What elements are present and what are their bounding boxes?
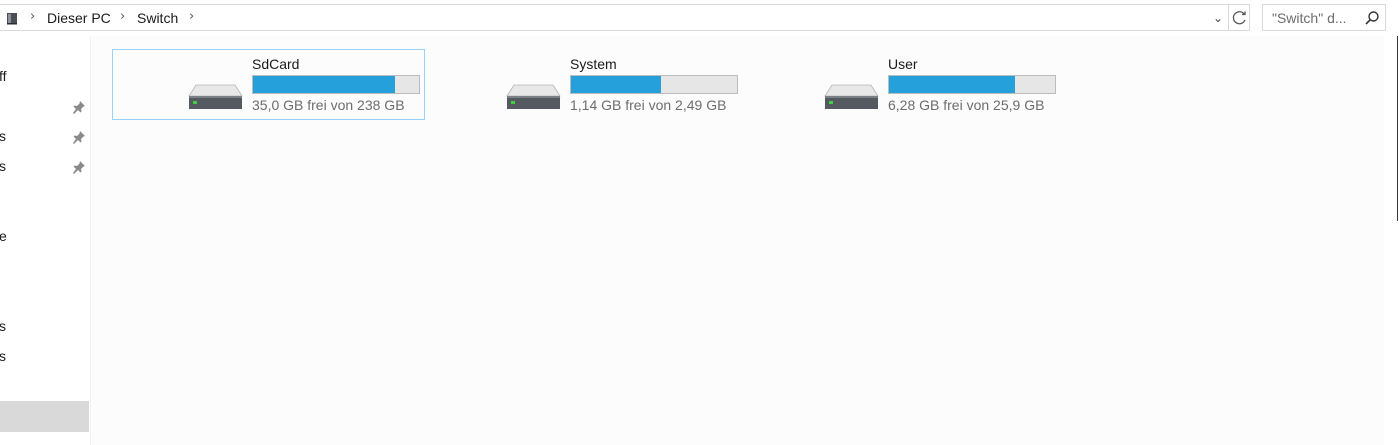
nav-item[interactable]: s xyxy=(0,315,91,339)
nav-item[interactable]: s xyxy=(0,345,91,369)
nav-item-label: s xyxy=(0,318,6,334)
drive-name: SdCard xyxy=(252,56,300,72)
nav-item-label: e xyxy=(0,228,7,244)
address-bar[interactable]: › Dieser PC › Switch › ⌄ xyxy=(0,4,1250,31)
window-edge xyxy=(1397,36,1398,221)
nav-item-label: s xyxy=(0,128,6,144)
chevron-down-icon[interactable]: ⌄ xyxy=(1209,7,1227,29)
breadcrumb-dieser-pc[interactable]: Dieser PC xyxy=(47,10,111,26)
drive-name: System xyxy=(570,56,617,72)
drive-name: User xyxy=(888,56,918,72)
content-area: SdCard 35,0 GB frei von 238 GB System 1,… xyxy=(92,36,1384,445)
refresh-icon xyxy=(1232,11,1246,25)
hard-drive-icon xyxy=(188,84,243,109)
hard-drive-icon xyxy=(506,84,561,109)
breadcrumb-separator-icon[interactable]: › xyxy=(120,9,125,24)
search-input[interactable]: "Switch" d... xyxy=(1272,10,1347,26)
drive-usage-fill xyxy=(253,76,395,93)
drive-usage-fill xyxy=(889,76,1015,93)
nav-item-label: ff xyxy=(0,68,7,84)
pin-icon[interactable] xyxy=(72,130,86,144)
pin-icon[interactable] xyxy=(72,100,86,114)
nav-item-selected[interactable] xyxy=(0,401,89,432)
drive-usage-bar xyxy=(888,75,1056,94)
breadcrumb-separator-icon[interactable]: › xyxy=(189,9,194,24)
nav-item[interactable]: e xyxy=(0,225,91,249)
pin-icon[interactable] xyxy=(72,160,86,174)
nav-item[interactable]: ff xyxy=(0,65,91,89)
drive-free-space: 1,14 GB frei von 2,49 GB xyxy=(570,97,727,113)
nav-item-label: s xyxy=(0,348,6,364)
navigation-pane: ff s s e s s xyxy=(0,36,91,445)
drive-free-space: 6,28 GB frei von 25,9 GB xyxy=(888,97,1045,113)
breadcrumb-separator-icon[interactable]: › xyxy=(30,9,35,24)
hard-drive-icon xyxy=(824,84,879,109)
this-pc-icon[interactable] xyxy=(5,11,19,25)
nav-item-label: s xyxy=(0,158,6,174)
search-icon[interactable] xyxy=(1364,10,1380,26)
drive-usage-bar xyxy=(570,75,738,94)
refresh-button[interactable] xyxy=(1228,5,1250,30)
drive-tile-system[interactable]: System 1,14 GB frei von 2,49 GB xyxy=(430,49,743,120)
drive-free-space: 35,0 GB frei von 238 GB xyxy=(252,97,405,113)
nav-item[interactable]: s xyxy=(0,155,91,179)
drive-usage-bar xyxy=(252,75,420,94)
search-box[interactable]: "Switch" d... xyxy=(1262,4,1386,31)
address-toolbar: › Dieser PC › Switch › ⌄ "Switch" d... xyxy=(0,0,1399,36)
drive-tile-user[interactable]: User 6,28 GB frei von 25,9 GB xyxy=(748,49,1061,120)
nav-item[interactable]: s xyxy=(0,125,91,149)
drive-tile-sdcard[interactable]: SdCard 35,0 GB frei von 238 GB xyxy=(112,49,425,120)
breadcrumb-switch[interactable]: Switch xyxy=(137,10,178,26)
drive-usage-fill xyxy=(571,76,661,93)
nav-item[interactable] xyxy=(0,95,91,119)
